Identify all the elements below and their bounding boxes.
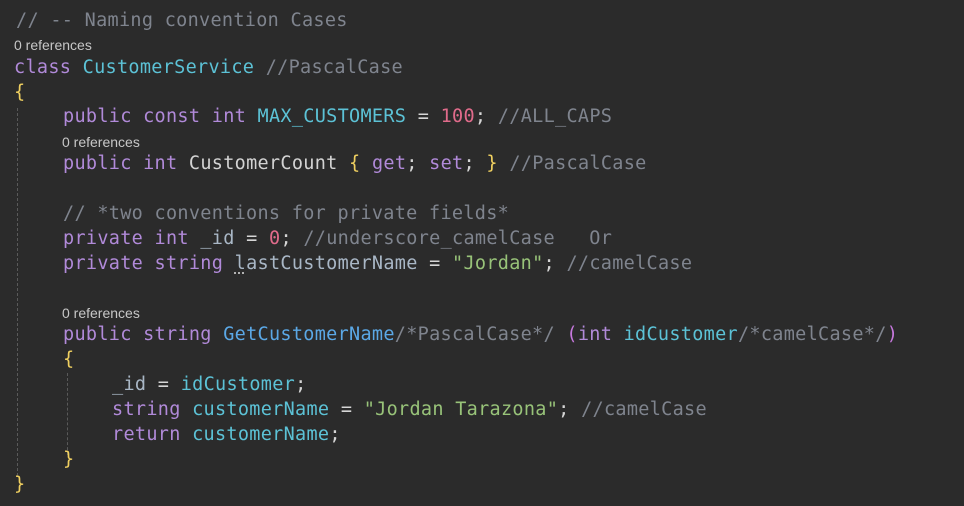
code-line-3[interactable]: {	[14, 82, 25, 104]
keyword: string	[154, 253, 224, 274]
close-brace: }	[486, 153, 498, 174]
semicolon: ;	[474, 106, 487, 127]
close-paren: )	[886, 324, 899, 345]
comment: // *two conventions for private fields*	[63, 203, 510, 224]
number-literal: 100	[440, 106, 475, 127]
semicolon: ;	[463, 153, 475, 174]
keyword: public	[63, 324, 132, 345]
inline-comment: /*PascalCase*/	[394, 324, 555, 345]
operator: =	[340, 399, 353, 420]
keyword: private	[63, 228, 144, 249]
code-line-13[interactable]: return customerName;	[112, 424, 341, 446]
keyword: const	[143, 106, 201, 127]
indent-guide-method	[67, 373, 68, 455]
variable-name: idCustomer	[180, 374, 296, 395]
suggestion-dots[interactable]: l	[235, 253, 246, 274]
operator: =	[157, 374, 170, 395]
field-name: lastCustomerName	[234, 253, 418, 274]
code-line-9[interactable]: public string GetCustomerName/*PascalCas…	[63, 324, 898, 346]
semicolon: ;	[406, 153, 418, 174]
keyword: return	[112, 424, 181, 445]
keyword: string	[143, 324, 212, 345]
operator: =	[417, 106, 430, 127]
comment: //ALL_CAPS	[497, 106, 613, 127]
semicolon: ;	[543, 253, 555, 274]
code-line-14[interactable]: }	[63, 449, 74, 471]
codelens-method-references[interactable]: 0 references	[62, 305, 140, 321]
variable-name: customerName	[192, 399, 330, 420]
open-paren: (	[566, 324, 578, 345]
keyword: int	[154, 228, 189, 249]
property-name: CustomerCount	[188, 153, 338, 174]
keyword: int	[577, 324, 613, 345]
code-line-7[interactable]: private int _id = 0; //underscore_camelC…	[63, 228, 612, 250]
keyword: int	[143, 153, 178, 174]
code-line-8[interactable]: private string lastCustomerName = "Jorda…	[63, 253, 692, 275]
code-line-5[interactable]: public int CustomerCount { get; set; } /…	[63, 153, 647, 175]
close-brace: }	[14, 474, 26, 495]
method-name: GetCustomerName	[223, 324, 395, 345]
parameter-name: idCustomer	[623, 324, 738, 345]
field-name: _id	[112, 374, 147, 395]
number-literal: 0	[269, 228, 281, 249]
code-line-6[interactable]: // *two conventions for private fields*	[63, 203, 509, 225]
operator: =	[429, 253, 441, 274]
comment: //PascalCase	[509, 153, 647, 174]
code-line-4[interactable]: public const int MAX_CUSTOMERS = 100; //…	[63, 106, 612, 128]
semicolon: ;	[280, 228, 292, 249]
code-line-10[interactable]: {	[63, 349, 74, 371]
keyword: public	[63, 153, 132, 174]
class-name: CustomerService	[82, 57, 255, 78]
variable-name: customerName	[192, 424, 330, 445]
code-line-12[interactable]: string customerName = "Jordan Tarazona";…	[112, 399, 707, 421]
open-brace: {	[14, 82, 26, 103]
keyword: set	[429, 153, 464, 174]
comment: // -- Naming convention Cases	[16, 10, 348, 31]
codelens-class-references[interactable]: 0 references	[14, 37, 92, 53]
keyword: get	[371, 153, 407, 174]
semicolon: ;	[329, 424, 341, 445]
code-editor[interactable]: // -- Naming convention Cases 0 referenc…	[0, 0, 964, 506]
keyword: public	[63, 106, 132, 127]
inline-comment: /*camelCase*/	[737, 324, 887, 345]
string-literal: "Jordan"	[452, 253, 544, 274]
string-literal: "Jordan Tarazona"	[363, 399, 559, 420]
keyword: string	[112, 399, 181, 420]
field-name: _id	[200, 228, 235, 249]
codelens-property-references[interactable]: 0 references	[62, 134, 140, 150]
comment: //camelCase	[581, 399, 707, 420]
code-line-1[interactable]: // -- Naming convention Cases	[16, 10, 348, 32]
semicolon: ;	[558, 399, 570, 420]
open-brace: {	[349, 153, 361, 174]
comment: //PascalCase	[265, 57, 403, 78]
operator: =	[246, 228, 258, 249]
semicolon: ;	[295, 374, 307, 395]
keyword: int	[211, 106, 247, 127]
close-brace: }	[63, 449, 75, 470]
indent-guide-class	[17, 108, 18, 476]
code-line-11[interactable]: _id = idCustomer;	[112, 374, 307, 396]
code-line-2[interactable]: class CustomerService //PascalCase	[14, 57, 403, 79]
keyword: class	[14, 57, 72, 78]
comment: //camelCase	[566, 253, 693, 274]
open-brace: {	[63, 349, 75, 370]
keyword: private	[63, 253, 144, 274]
constant-name: MAX_CUSTOMERS	[257, 106, 407, 127]
code-line-15[interactable]: }	[14, 474, 25, 496]
comment: //underscore_camelCase Or	[303, 228, 613, 249]
